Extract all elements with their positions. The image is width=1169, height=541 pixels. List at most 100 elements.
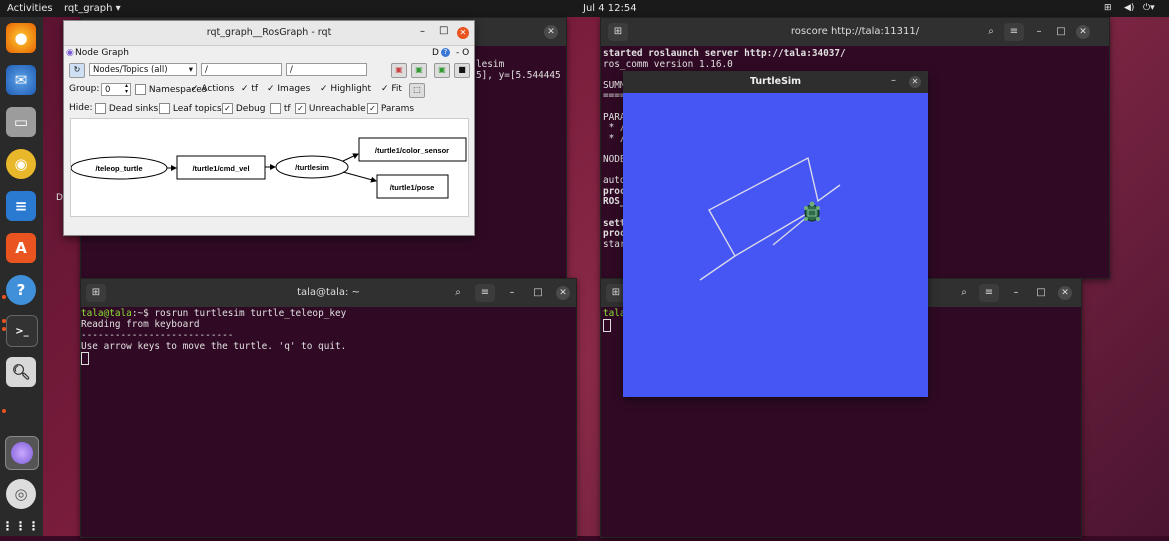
images-label: Images	[277, 84, 311, 94]
disc-icon[interactable]: ◎	[6, 479, 36, 509]
edge	[342, 171, 377, 183]
writer-icon[interactable]: ≡	[6, 191, 36, 221]
menu-icon[interactable]: ≡	[979, 284, 999, 302]
search-icon[interactable]: ⌕	[981, 23, 1001, 41]
highlight-checkbox[interactable]: ✓ Highlight	[320, 84, 371, 94]
maximize-button[interactable]: □	[528, 284, 548, 302]
terminal-icon[interactable]: >_	[6, 315, 38, 347]
node-label: /teleop_turtle	[95, 164, 142, 173]
params-checkbox[interactable]: ✓ Params	[367, 103, 414, 114]
close-button[interactable]: ✕	[1058, 286, 1072, 300]
minimize-button[interactable]: –	[1029, 23, 1049, 41]
save-image-icon[interactable]: ■	[454, 63, 470, 78]
terminal-line: lesim	[476, 59, 505, 70]
leaf-topics-label: Leaf topics	[172, 104, 222, 114]
dock-button[interactable]: D	[432, 48, 439, 58]
help-icon[interactable]: ?	[6, 275, 36, 305]
thunderbird-icon[interactable]: ✉	[6, 65, 36, 95]
images-checkbox[interactable]: ✓ Images	[267, 84, 310, 94]
dock: ● ✉ ▭ ◉ ≡ A ? >_ 🔍︎ ◎ ⋮⋮⋮	[0, 17, 43, 536]
network-icon[interactable]: ⊞	[1104, 0, 1112, 17]
desktop-icon-label[interactable]: D	[56, 193, 63, 203]
rqt-window: rqt_graph__RosGraph - rqt – □ ✕ ◉ Node G…	[63, 20, 475, 236]
close-button[interactable]: ✕	[909, 76, 921, 88]
debug-checkbox[interactable]: ✓ Debug	[222, 103, 265, 114]
plugin-title: Node Graph	[75, 48, 129, 58]
unreachable-label: Unreachable	[308, 104, 366, 114]
checkbox-icon: ✓	[295, 103, 306, 114]
terminal-line: 5], y=[5.544445	[476, 70, 561, 81]
minimize-button[interactable]: –	[420, 26, 425, 37]
unreachable-checkbox[interactable]: ✓ Unreachable	[295, 103, 366, 114]
turtle-icon	[804, 201, 820, 222]
close-button[interactable]: ✕	[1076, 25, 1090, 39]
debug-label: Debug	[235, 104, 266, 114]
group-spinbox[interactable]: 0 ▴ ▾	[101, 83, 131, 96]
running-indicator	[2, 327, 6, 331]
maximize-button[interactable]: □	[1031, 284, 1051, 302]
save-svg-icon[interactable]: ▣	[434, 63, 450, 78]
actions-checkbox[interactable]: ✓ Actions	[191, 84, 234, 94]
app-menu[interactable]: rqt_graph ▾	[64, 0, 121, 17]
turtle-path-svg	[699, 156, 841, 281]
prompt-user: tala@tala	[81, 308, 132, 319]
graph-canvas[interactable]: /teleop_turtle /turtle1/cmd_vel /turtles…	[70, 118, 469, 217]
new-tab-icon[interactable]: ⊞	[86, 284, 106, 302]
refresh-icon[interactable]: ↻	[69, 63, 85, 78]
minimize-button[interactable]: –	[1006, 284, 1026, 302]
dead-sinks-checkbox[interactable]: Dead sinks	[95, 103, 158, 114]
node-label: /turtle1/pose	[390, 183, 435, 192]
close-button[interactable]: ✕	[556, 286, 570, 300]
fit-checkbox[interactable]: ✓ Fit	[381, 84, 402, 94]
node-filter-input[interactable]: /	[201, 63, 282, 76]
activities-button[interactable]: Activities	[7, 0, 53, 17]
image-viewer-icon[interactable]: 🔍︎	[6, 357, 36, 387]
maximize-button[interactable]: □	[1051, 23, 1071, 41]
search-icon[interactable]: ⌕	[954, 284, 974, 302]
terminal-cursor[interactable]	[81, 352, 89, 365]
clock[interactable]: Jul 4 12:54	[583, 0, 637, 17]
firefox-icon[interactable]: ●	[6, 23, 36, 53]
graph-svg: /teleop_turtle /turtle1/cmd_vel /turtles…	[71, 137, 467, 199]
tf-hide-checkbox[interactable]: tf	[270, 103, 291, 114]
terminal-cursor[interactable]	[603, 319, 611, 332]
apps-grid-icon[interactable]: ⋮⋮⋮	[2, 511, 40, 541]
edge	[342, 153, 359, 162]
save-dot-icon[interactable]: ▣	[411, 63, 427, 78]
turtle-trail	[734, 209, 814, 257]
topic-filter-input[interactable]: /	[286, 63, 367, 76]
help-icon[interactable]: ?	[441, 48, 450, 57]
volume-icon[interactable]: ◀)	[1124, 0, 1134, 17]
graph-mode-select[interactable]: Nodes/Topics (all) ▾	[89, 63, 197, 76]
minimize-button[interactable]: –	[891, 75, 896, 86]
close-button[interactable]: ✕	[544, 25, 558, 39]
load-dot-icon[interactable]: ▣	[391, 63, 407, 78]
rhythmbox-icon[interactable]: ◉	[6, 149, 36, 179]
minimize-button[interactable]: –	[502, 284, 522, 302]
hide-label: Hide:	[69, 103, 93, 113]
node-label: /turtle1/cmd_vel	[192, 164, 249, 173]
tf-label: tf	[251, 84, 259, 94]
files-icon[interactable]: ▭	[6, 107, 36, 137]
software-icon[interactable]: A	[6, 233, 36, 263]
window-title: TurtleSim	[623, 71, 928, 93]
new-tab-icon[interactable]: ⊞	[608, 23, 628, 41]
node-label: /turtlesim	[295, 163, 329, 172]
turtle-canvas[interactable]	[623, 93, 928, 397]
maximize-button[interactable]: □	[439, 25, 448, 36]
fit-label: Fit	[391, 84, 402, 94]
menu-icon[interactable]: ≡	[475, 284, 495, 302]
close-button[interactable]: ✕	[457, 27, 469, 39]
fit-view-icon[interactable]: ⬚	[409, 83, 425, 98]
terminal-line: started roslaunch server http://tala:340…	[603, 48, 846, 59]
terminal-line: Use arrow keys to move the turtle. 'q' t…	[81, 341, 347, 352]
tf-checkbox[interactable]: ✓ tf	[241, 84, 258, 94]
plugin-window-controls[interactable]: - O	[456, 48, 469, 58]
search-icon[interactable]: ⌕	[448, 284, 468, 302]
checkbox-icon: ✓	[222, 103, 233, 114]
leaf-topics-checkbox[interactable]: Leaf topics	[159, 103, 222, 114]
app-icon[interactable]	[5, 436, 39, 470]
graph-mode-value: Nodes/Topics (all)	[93, 65, 168, 75]
power-icon[interactable]: ⏻▾	[1143, 0, 1155, 17]
menu-icon[interactable]: ≡	[1004, 23, 1024, 41]
